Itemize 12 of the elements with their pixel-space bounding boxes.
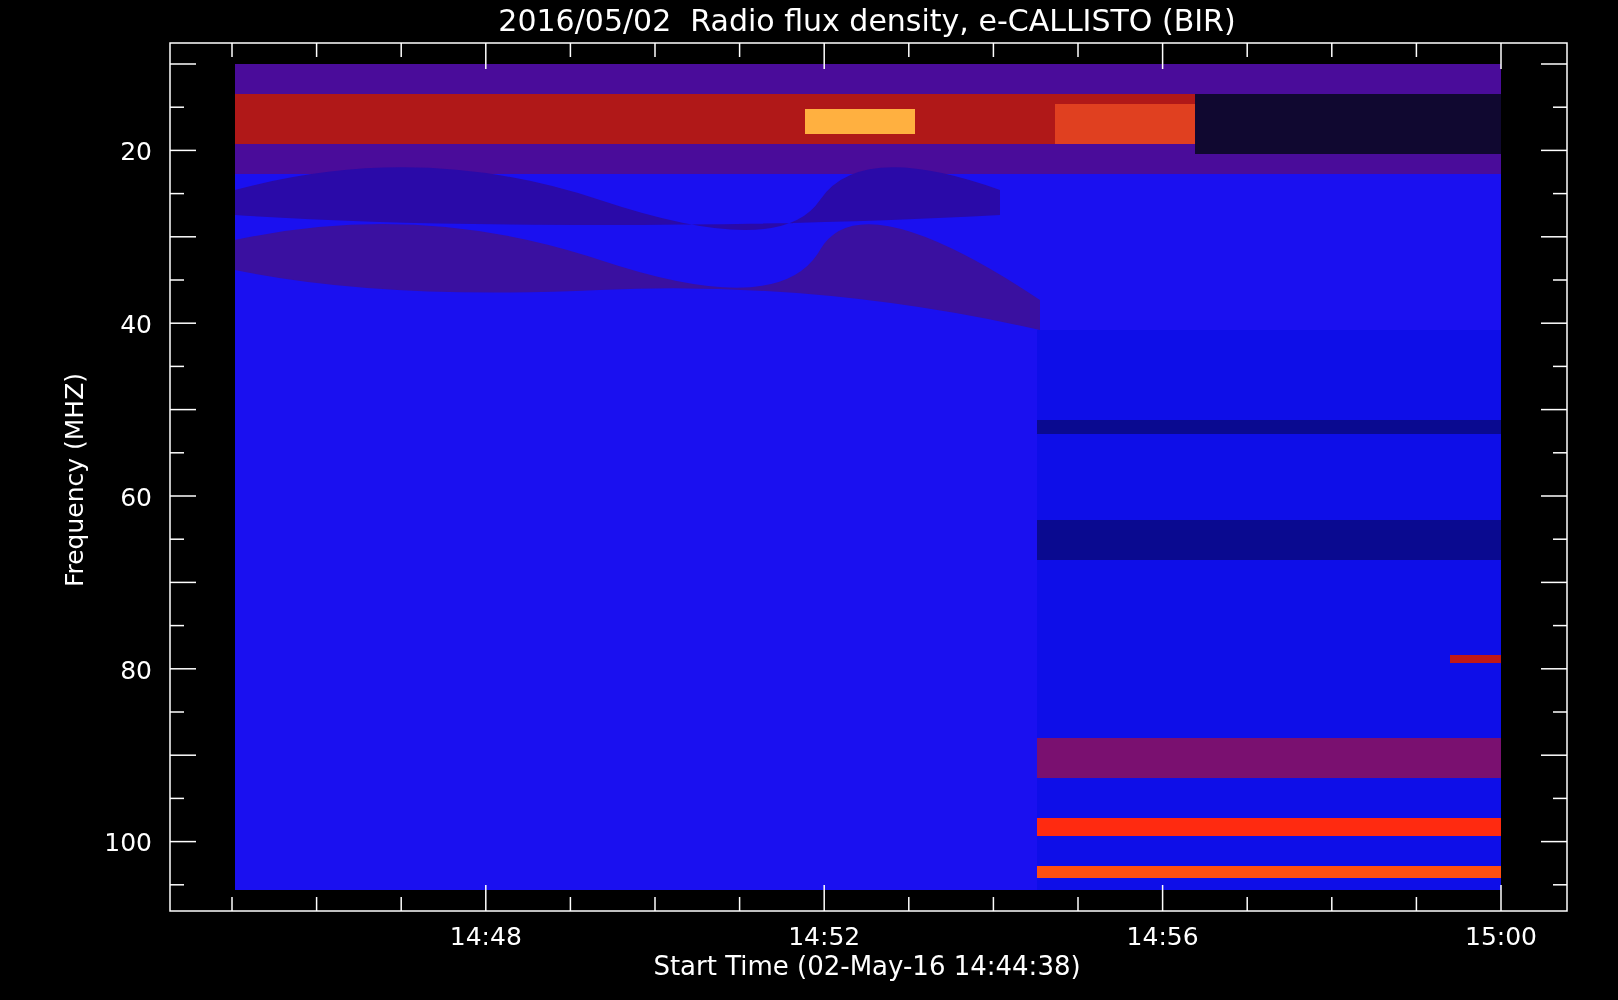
axis-tick-label: 14:48 <box>449 923 522 949</box>
axis-tick-label: 14:52 <box>788 923 861 949</box>
axis-tick-label: 14:56 <box>1126 923 1199 949</box>
axis-tick-label: 40 <box>120 311 152 337</box>
axis-tick-label: 80 <box>120 657 152 683</box>
axis-tick-label: 100 <box>104 829 152 855</box>
axis-title: Frequency (MHZ) <box>61 372 87 588</box>
axis-tick-label: 20 <box>120 138 152 164</box>
axis-tick-label: 15:00 <box>1465 923 1537 949</box>
axis-title: Start Time (02-May-16 14:44:38) <box>653 953 1081 979</box>
chart-title: 2016/05/02 Radio flux density, e-CALLISTO (BIR) <box>498 6 1236 36</box>
axis-tick-label: 60 <box>120 484 152 510</box>
